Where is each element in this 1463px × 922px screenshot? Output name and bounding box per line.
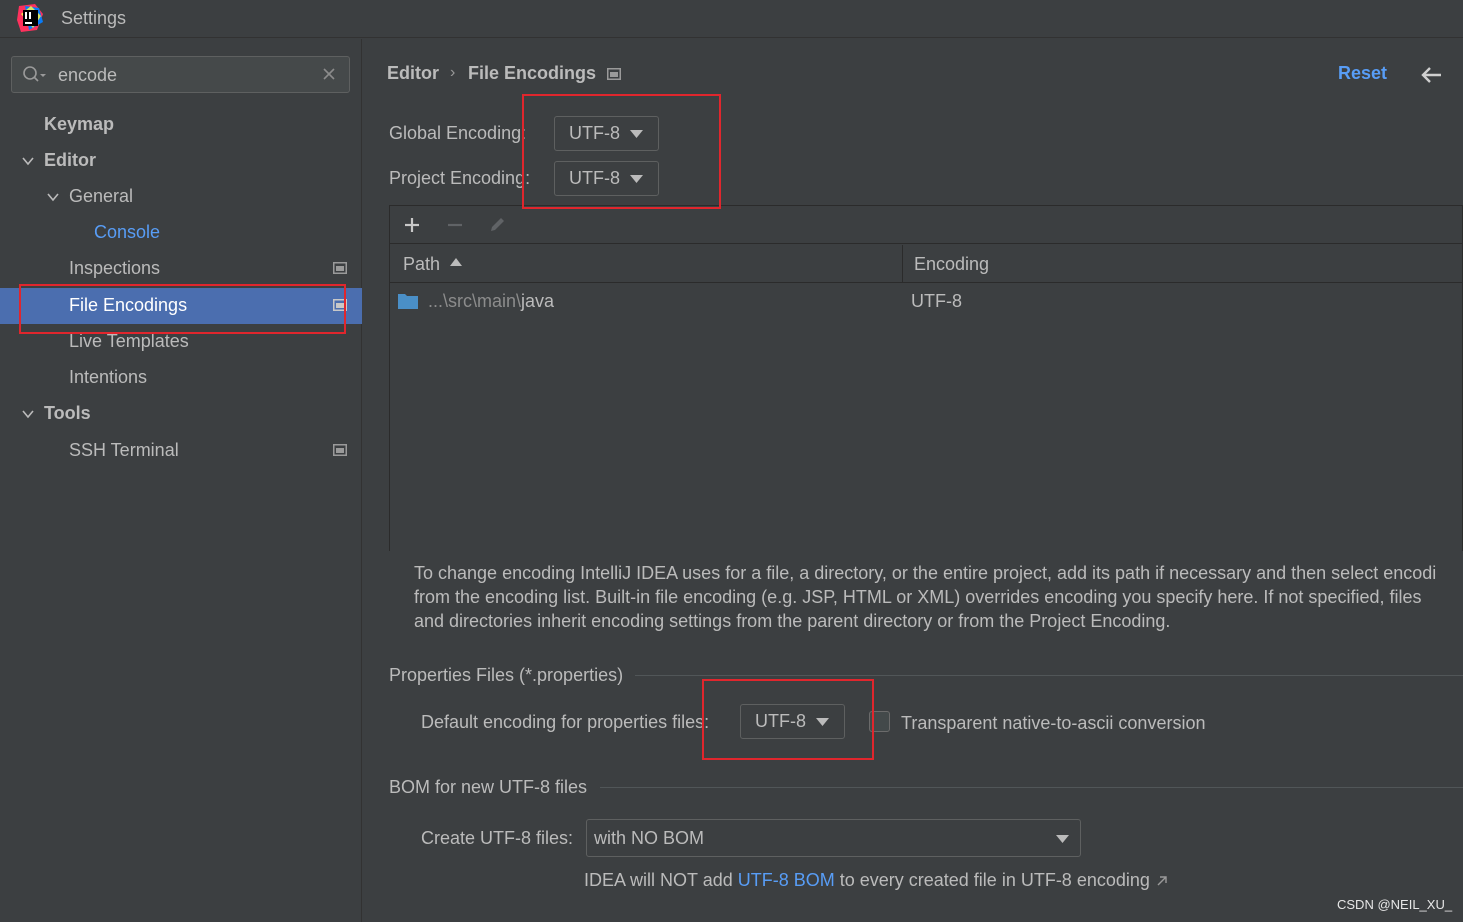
breadcrumb-editor[interactable]: Editor — [387, 63, 439, 84]
sidebar-item-intentions[interactable]: Intentions — [0, 360, 362, 396]
clear-search-icon[interactable] — [321, 66, 337, 82]
encoding-help-text: To change encoding IntelliJ IDEA uses fo… — [414, 561, 1463, 633]
project-encoding-select[interactable]: UTF-8 — [554, 161, 659, 196]
bom-section-title: BOM for new UTF-8 files — [389, 777, 588, 797]
project-settings-icon — [333, 262, 347, 274]
table-toolbar — [390, 206, 1462, 244]
sidebar-item-editor[interactable]: Editor — [0, 143, 362, 179]
transparent-conversion-label[interactable]: Transparent native-to-ascii conversion — [901, 713, 1205, 734]
search-input[interactable] — [58, 62, 308, 88]
sidebar-item-console[interactable]: Console — [0, 215, 362, 251]
sidebar-item-label: Intentions — [69, 367, 148, 387]
intellij-logo-icon — [17, 4, 43, 32]
sidebar-item-label: Tools — [44, 403, 91, 423]
dropdown-arrow-icon — [816, 718, 829, 726]
dropdown-arrow-icon — [1056, 835, 1069, 843]
bom-note-prefix: IDEA will NOT add — [584, 870, 738, 890]
help-line: To change encoding IntelliJ IDEA uses fo… — [414, 563, 1437, 583]
transparent-conversion-checkbox[interactable] — [869, 711, 890, 732]
sidebar-item-label: File Encodings — [69, 295, 188, 315]
sidebar-item-label: SSH Terminal — [69, 440, 179, 460]
search-icon — [23, 66, 46, 82]
global-encoding-label: Global Encoding: — [389, 123, 527, 143]
remove-icon[interactable] — [446, 216, 464, 234]
properties-section-title: Properties Files (*.properties) — [389, 665, 624, 685]
properties-encoding-value: UTF-8 — [755, 711, 806, 731]
settings-content: Editor › File Encodings Reset Global Enc… — [363, 39, 1463, 922]
sidebar-item-live-templates[interactable]: Live Templates — [0, 324, 362, 360]
edit-pencil-icon[interactable] — [488, 216, 506, 234]
folder-icon — [398, 294, 418, 309]
column-divider[interactable] — [902, 245, 903, 283]
path-cell: ...\src\main\java — [428, 291, 554, 312]
chevron-down-icon[interactable] — [21, 154, 35, 168]
global-encoding-select[interactable]: UTF-8 — [554, 116, 659, 151]
create-utf8-label: Create UTF-8 files: — [421, 828, 574, 848]
bom-select-value: with NO BOM — [594, 828, 705, 848]
path-name: java — [521, 291, 555, 311]
add-icon[interactable] — [403, 216, 421, 234]
title-bar: Settings — [0, 0, 1463, 38]
bom-select[interactable]: with NO BOM — [586, 819, 1081, 857]
reset-link[interactable]: Reset — [1338, 63, 1387, 84]
sidebar-item-inspections[interactable]: Inspections — [0, 251, 362, 287]
sidebar-item-label: Console — [94, 222, 161, 242]
sort-ascending-icon — [450, 258, 462, 266]
bom-note-suffix: to every created file in UTF-8 encoding — [834, 870, 1150, 890]
sidebar-item-label: Keymap — [44, 114, 115, 134]
project-settings-icon — [333, 444, 347, 456]
properties-encoding-select[interactable]: UTF-8 — [740, 704, 845, 739]
search-box[interactable] — [11, 56, 350, 93]
sidebar-item-general[interactable]: General — [0, 179, 362, 215]
section-divider — [600, 787, 1463, 788]
sidebar-item-ssh-terminal[interactable]: SSH Terminal — [0, 433, 362, 469]
path-prefix: ...\src\main\ — [428, 291, 522, 311]
chevron-down-icon[interactable] — [46, 190, 60, 204]
window-title: Settings — [61, 8, 127, 28]
project-settings-icon — [607, 68, 621, 80]
column-header-path[interactable]: Path — [403, 254, 440, 275]
properties-default-label: Default encoding for properties files: — [421, 712, 710, 732]
section-divider — [635, 675, 1463, 676]
sidebar-item-file-encodings[interactable]: File Encodings — [0, 288, 362, 324]
encoding-cell: UTF-8 — [911, 291, 962, 311]
sidebar-item-tools[interactable]: Tools — [0, 396, 362, 432]
sidebar-item-label: Inspections — [69, 258, 161, 278]
external-link-icon — [1157, 876, 1167, 886]
watermark: CSDN @NEIL_XU_ — [1337, 897, 1453, 912]
dropdown-arrow-icon — [630, 130, 643, 138]
sidebar-item-label: Editor — [44, 150, 96, 170]
settings-sidebar: Keymap Editor General Console Inspection… — [0, 39, 362, 922]
sidebar-item-label: General — [69, 186, 134, 206]
breadcrumb-file-encodings: File Encodings — [468, 63, 597, 83]
column-header-encoding[interactable]: Encoding — [914, 254, 989, 275]
dropdown-arrow-icon — [630, 175, 643, 183]
sidebar-item-label: Live Templates — [69, 331, 189, 351]
table-header: Path Encoding — [390, 245, 1462, 283]
table-body: ...\src\main\java UTF-8 — [390, 284, 1462, 551]
breadcrumb-separator: › — [450, 64, 456, 81]
global-encoding-value: UTF-8 — [569, 123, 620, 143]
back-arrow-icon[interactable] — [1419, 65, 1443, 85]
sidebar-item-keymap[interactable]: Keymap — [0, 107, 362, 143]
project-settings-icon — [333, 299, 347, 311]
project-encoding-label: Project Encoding: — [389, 168, 531, 188]
project-encoding-value: UTF-8 — [569, 168, 620, 188]
bom-note: IDEA will NOT add UTF-8 BOM to every cre… — [584, 870, 1168, 891]
table-row[interactable]: ...\src\main\java UTF-8 — [390, 284, 1462, 318]
path-encoding-table: Path Encoding ...\src\main\java UTF-8 — [389, 205, 1463, 551]
utf8-bom-link[interactable]: UTF-8 BOM — [738, 870, 835, 890]
help-line: from the encoding list. Built-in file en… — [414, 587, 1422, 607]
chevron-down-icon[interactable] — [21, 407, 35, 421]
help-line: and directories inherit encoding setting… — [414, 611, 1171, 631]
